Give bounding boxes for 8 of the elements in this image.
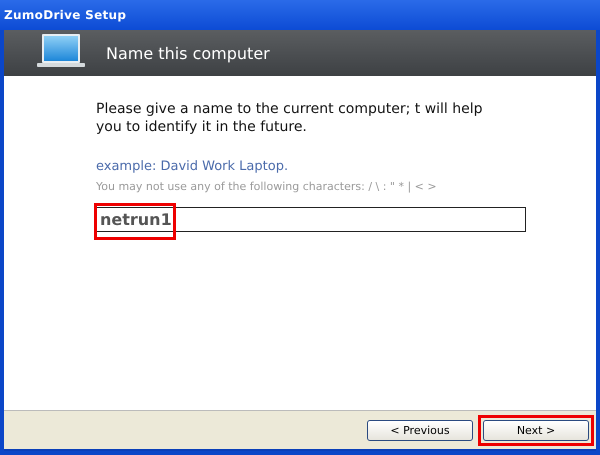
instruction-text: Please give a name to the current computer; t will help you to identify it in the future.	[96, 100, 484, 136]
page-heading: Name this computer	[106, 44, 270, 62]
restriction-text: You may not use any of the following characters: / \ : " * | < >	[96, 180, 438, 193]
window-title: ZumoDrive Setup	[4, 8, 126, 22]
wizard-button[interactable]: Next >	[483, 420, 589, 440]
wizard-button[interactable]: < Previous	[367, 420, 473, 440]
computer-name-field[interactable]: netrun1	[96, 207, 526, 232]
example-text: example: David Work Laptop.	[96, 159, 290, 174]
